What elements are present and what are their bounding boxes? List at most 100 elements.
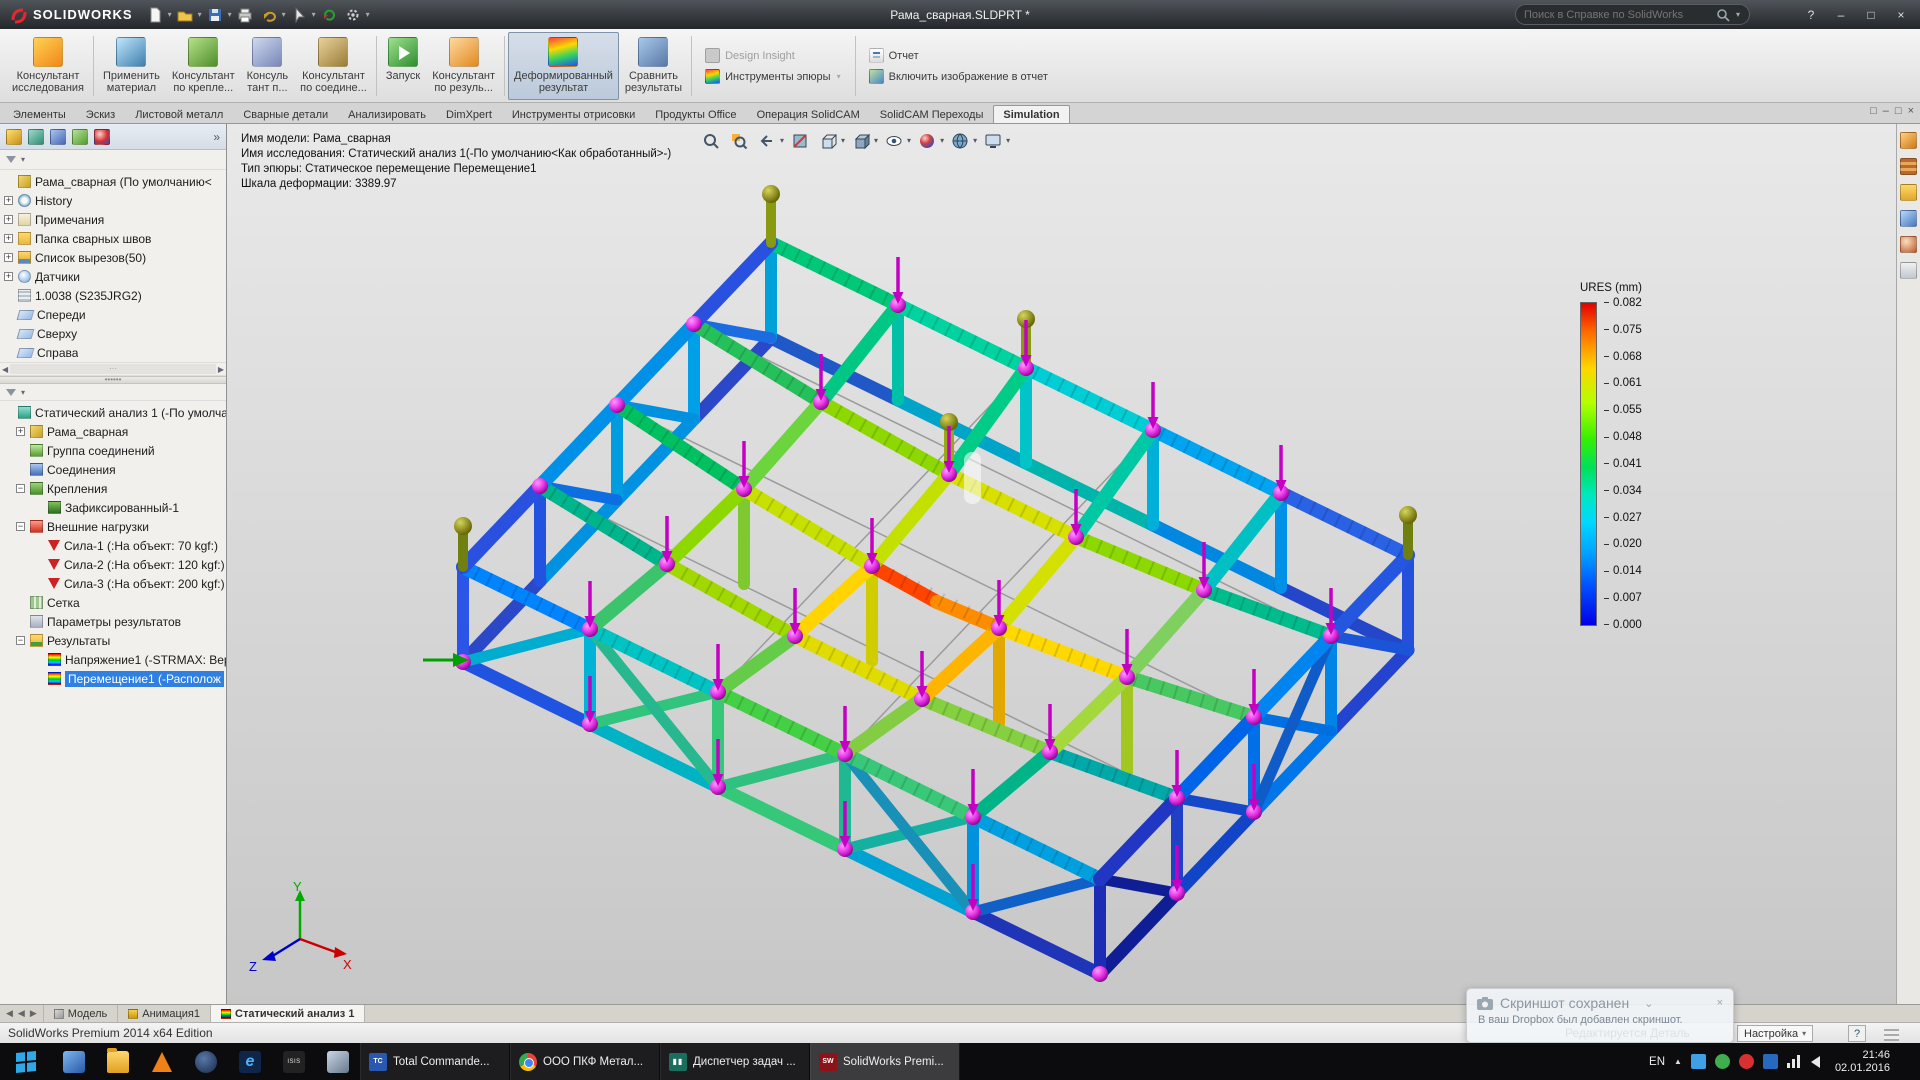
taskbar-app-browser[interactable]: ООО ПКФ Метал... [510,1043,660,1080]
tray-icon-red-app[interactable] [1739,1054,1754,1069]
apply-material-button[interactable]: Применитьматериал [97,32,166,100]
tab-weldments[interactable]: Сварные детали [233,105,338,123]
scroll-right-icon[interactable] [218,365,224,374]
expand-icon[interactable] [4,215,13,224]
open-document-icon[interactable] [173,4,197,26]
include-image-report-button[interactable]: Включить изображение в отчет [869,69,1048,84]
study-item-connections[interactable]: Соединения [0,460,226,479]
expand-icon[interactable] [4,196,13,205]
language-indicator[interactable]: EN [1649,1056,1665,1068]
tray-icon-blue-app[interactable] [1763,1054,1778,1069]
tab-scroll-first-icon[interactable] [6,1008,13,1019]
options-caret-icon[interactable] [366,10,370,19]
study-item-mesh[interactable]: Сетка [0,593,226,612]
study-item-results[interactable]: Результаты [0,631,226,650]
study-item-force-1[interactable]: Сила-1 (:На объект: 70 kgf:) [0,536,226,555]
open-caret-icon[interactable] [198,10,202,19]
tab-model[interactable]: Модель [44,1005,118,1022]
filter-caret-icon[interactable] [21,388,25,397]
fixtures-advisor-button[interactable]: Консультантпо крепле... [166,32,241,100]
tab-scroll-left-icon[interactable] [18,1008,25,1019]
expand-icon[interactable] [4,253,13,262]
solidworks-resources-icon[interactable] [1900,132,1917,149]
rebuild-icon[interactable] [317,4,341,26]
tab-sketch[interactable]: Эскиз [76,105,125,123]
design-insight-button[interactable]: Design Insight [705,48,842,63]
new-caret-icon[interactable] [168,10,172,19]
study-item-fixed-1[interactable]: Зафиксированный-1 [0,498,226,517]
pinned-app-isis[interactable] [272,1043,316,1080]
help-search-box[interactable] [1515,4,1750,25]
taskbar-app-total-commander[interactable]: Total Commande... [360,1043,510,1080]
network-icon[interactable] [1787,1055,1802,1068]
edit-appearance-icon[interactable] [914,129,939,152]
loads-advisor-button[interactable]: Консультант п... [241,32,295,100]
dimxpert-manager-tab-icon[interactable] [72,129,88,145]
feature-manager-tab-icon[interactable] [6,129,22,145]
collapse-icon[interactable] [16,484,25,493]
tree-item-weld-folder[interactable]: Папка сварных швов [0,229,226,248]
tab-static-study[interactable]: Статический анализ 1 [211,1005,365,1022]
configuration-manager-tab-icon[interactable] [50,129,66,145]
study-item-external-loads[interactable]: Внешние нагрузки [0,517,226,536]
previous-view-caret-icon[interactable] [780,136,784,145]
tree-item-cutlist[interactable]: Список вырезов(50) [0,248,226,267]
tab-solidcam-transitions[interactable]: SolidCAM Переходы [870,105,994,123]
view-settings-icon[interactable] [980,129,1005,152]
notification-options-icon[interactable] [1644,997,1653,1010]
pinned-app-explorer[interactable] [96,1043,140,1080]
tree-item-annotations[interactable]: Примечания [0,210,226,229]
appearances-scenes-icon[interactable] [1900,236,1917,253]
filter-funnel-icon[interactable] [6,389,16,396]
plot-tools-caret-icon[interactable] [837,72,841,81]
apply-scene-caret-icon[interactable] [973,136,977,145]
study-advisor-button[interactable]: Консультантисследования [6,32,90,100]
doc-close-icon[interactable] [1908,105,1914,117]
plot-tools-button[interactable]: Инструменты эпюры [705,69,842,84]
connections-advisor-button[interactable]: Консультантпо соедине... [294,32,373,100]
deformed-result-button[interactable]: Деформированныйрезультат [508,32,619,100]
select-caret-icon[interactable] [312,10,316,19]
tree-horizontal-scrollbar[interactable] [0,362,226,376]
view-palette-icon[interactable] [1900,210,1917,227]
tray-icon-antivirus[interactable] [1715,1054,1730,1069]
tree-item-material[interactable]: 1.0038 (S235JRG2) [0,286,226,305]
search-icon[interactable] [1716,8,1730,22]
study-item-root[interactable]: Статический анализ 1 (-По умолчан [0,403,226,422]
taskbar-app-solidworks[interactable]: SolidWorks Premi... [810,1043,960,1080]
display-manager-tab-icon[interactable] [94,129,110,145]
pinned-app-4[interactable] [184,1043,228,1080]
custom-properties-icon[interactable] [1900,262,1917,279]
expand-icon[interactable] [16,427,25,436]
customize-dropdown[interactable]: Настройка [1737,1025,1813,1042]
study-item-fixtures[interactable]: Крепления [0,479,226,498]
property-manager-tab-icon[interactable] [28,129,44,145]
edit-appearance-caret-icon[interactable] [940,136,944,145]
new-document-icon[interactable] [143,4,167,26]
filter-caret-icon[interactable] [21,155,25,164]
doc-restore-icon[interactable] [1870,105,1877,117]
save-caret-icon[interactable] [228,10,232,19]
expand-icon[interactable] [4,272,13,281]
maximize-icon[interactable] [1856,4,1886,25]
collapse-icon[interactable] [16,636,25,645]
panel-splitter[interactable] [0,376,226,384]
expand-icon[interactable] [4,234,13,243]
display-style-icon[interactable] [848,129,873,152]
filter-funnel-icon[interactable] [6,156,16,163]
study-item-stress-plot[interactable]: Напряжение1 (-STRMAX: Верх [0,650,226,669]
pinned-app-internet-explorer[interactable] [228,1043,272,1080]
tab-solidcam-operation[interactable]: Операция SolidCAM [747,105,870,123]
hide-show-caret-icon[interactable] [907,136,911,145]
tab-simulation[interactable]: Simulation [993,105,1069,123]
tab-office-products[interactable]: Продукты Office [645,105,746,123]
pinned-app-7[interactable] [316,1043,360,1080]
display-style-caret-icon[interactable] [874,136,878,145]
tree-item-part-root[interactable]: Рама_сварная (По умолчанию< [0,172,226,191]
tree-item-front-plane[interactable]: Спереди [0,305,226,324]
study-item-result-options[interactable]: Параметры результатов [0,612,226,631]
dropbox-notification[interactable]: Скриншот сохранен В ваш Dropbox был доба… [1466,988,1734,1043]
tree-item-history[interactable]: History [0,191,226,210]
tab-sheet-metal[interactable]: Листовой металл [125,105,233,123]
compare-results-button[interactable]: Сравнитьрезультаты [619,32,688,100]
